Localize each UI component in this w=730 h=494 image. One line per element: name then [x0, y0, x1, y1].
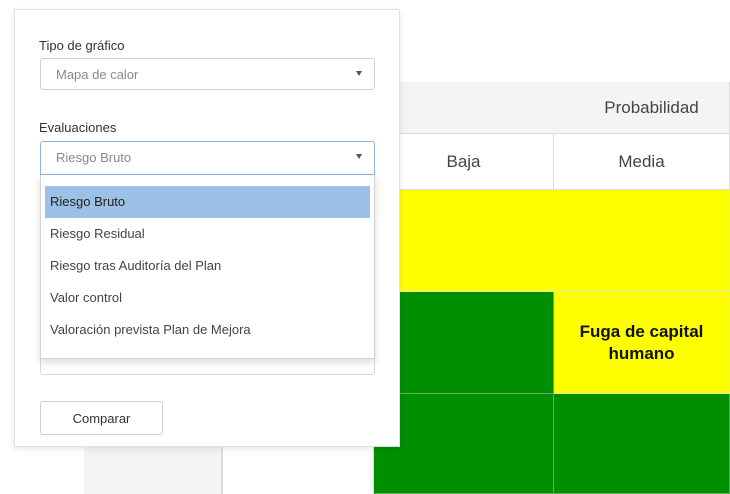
chart-type-value: Mapa de calor [56, 67, 139, 82]
heatmap-cell[interactable] [554, 394, 730, 494]
probability-axis-title: Probabilidad [374, 82, 730, 134]
probability-title-text: Probabilidad [604, 97, 699, 117]
dropdown-option-valor-control[interactable]: Valor control [45, 282, 370, 314]
heatmap-cell[interactable] [554, 190, 730, 292]
risk-label-line2: humano [608, 343, 675, 363]
chart-type-select[interactable]: Mapa de calor [40, 58, 375, 90]
dropdown-option-plan-mejora[interactable]: Valoración prevista Plan de Mejora [45, 314, 370, 346]
compare-button[interactable]: Comparar [40, 401, 163, 435]
evaluations-select[interactable]: Riesgo Bruto [40, 141, 375, 175]
dropdown-option-riesgo-auditoria[interactable]: Riesgo tras Auditoría del Plan [45, 250, 370, 282]
heatmap-cell-risk[interactable]: Fuga de capital humano [554, 292, 730, 394]
column-header-baja-text: Baja [446, 151, 481, 171]
evaluations-value: Riesgo Bruto [56, 150, 132, 165]
column-header-media-text: Media [618, 151, 665, 171]
heatmap-cell[interactable] [374, 394, 554, 494]
chevron-down-icon [356, 154, 362, 159]
chart-settings-panel: Tipo de gráfico Mapa de calor Evaluacion… [14, 9, 400, 447]
column-header-media: Media [554, 134, 730, 190]
dropdown-option-riesgo-residual[interactable]: Riesgo Residual [45, 218, 370, 250]
hidden-field-edge [40, 357, 375, 375]
column-header-baja: Baja [374, 134, 554, 190]
dropdown-option-riesgo-bruto[interactable]: Riesgo Bruto [45, 186, 370, 218]
evaluations-dropdown-menu: Riesgo Bruto Riesgo Residual Riesgo tras… [40, 175, 375, 359]
heatmap-cell[interactable] [374, 190, 554, 292]
heatmap-cell[interactable] [374, 292, 554, 394]
chevron-down-icon [356, 71, 362, 76]
evaluations-label: Evaluaciones [39, 120, 117, 135]
chart-type-label: Tipo de gráfico [39, 38, 125, 53]
risk-label-line1: Fuga de capital [579, 321, 704, 341]
